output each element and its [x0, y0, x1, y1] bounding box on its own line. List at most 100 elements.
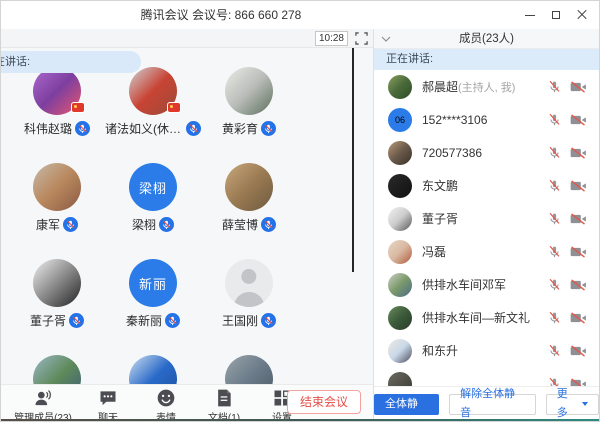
members-panel-footer: 全体静音 解除全体静音 更多: [374, 386, 599, 421]
mic-off-icon[interactable]: [548, 113, 561, 126]
mic-off-icon[interactable]: [548, 80, 561, 93]
stage-topbar: 10:28: [1, 29, 373, 48]
member-row[interactable]: 董子胥: [374, 202, 599, 235]
minimize-button[interactable]: [517, 4, 543, 26]
end-meeting-button[interactable]: 结束会议: [287, 390, 361, 414]
mic-muted-badge-icon: [261, 121, 276, 136]
member-row[interactable]: [374, 367, 599, 386]
mic-muted-badge-icon: [159, 217, 174, 232]
camera-off-icon[interactable]: [570, 114, 587, 126]
member-avatar: [388, 240, 412, 264]
participant-name: 科伟赵璐: [24, 120, 72, 137]
camera-off-icon[interactable]: [570, 81, 587, 93]
camera-off-icon[interactable]: [570, 213, 587, 225]
participant-tile[interactable]: 梁栩 梁栩: [105, 163, 201, 259]
member-name: 720577386: [422, 146, 482, 160]
mic-off-icon[interactable]: [548, 212, 561, 225]
mic-muted-badge-icon: [261, 217, 276, 232]
emoji-button[interactable]: 表情: [137, 388, 195, 421]
titlebar: 腾讯会议 会议号: 866 660 278: [1, 1, 599, 29]
participant-tile[interactable]: 新丽 秦新丽: [105, 259, 201, 355]
member-avatar: [388, 372, 412, 387]
default-avatar-icon: [225, 259, 273, 307]
participant-tile[interactable]: 薛莹博: [201, 163, 297, 259]
member-row[interactable]: 和东升: [374, 334, 599, 367]
camera-off-icon[interactable]: [570, 279, 587, 291]
participant-tile[interactable]: 王国刚: [201, 259, 297, 355]
mic-muted-badge-icon: [261, 313, 276, 328]
member-list: 郝晨超 (主持人, 我) 06: [374, 70, 599, 386]
participant-avatar: [225, 259, 273, 307]
member-row[interactable]: 06 152****3106: [374, 103, 599, 136]
mic-off-icon[interactable]: [548, 245, 561, 258]
emoji-icon: [156, 388, 176, 408]
close-icon: [577, 10, 587, 20]
participant-name: 秦新丽: [126, 312, 162, 329]
bottom-toolbar: 管理成员(23) 聊天 表情 文档(1) 设置 结束会: [1, 384, 373, 421]
member-avatar: [388, 306, 412, 330]
participant-tile[interactable]: 董子胥: [9, 259, 105, 355]
window-controls: [517, 1, 595, 29]
maximize-icon: [552, 11, 560, 19]
participant-tile[interactable]: 诸法如义(休惕): [105, 67, 201, 163]
meeting-timer: 10:28: [315, 31, 348, 46]
mic-off-icon[interactable]: [548, 278, 561, 291]
member-name: 郝晨超: [422, 78, 458, 95]
meeting-window: 腾讯会议 会议号: 866 660 278 10:28 正在讲话:: [0, 0, 600, 422]
manage-members-icon: [33, 388, 53, 408]
camera-off-icon[interactable]: [570, 345, 587, 357]
participant-avatar: [225, 67, 273, 115]
flag-badge-icon: [72, 103, 84, 112]
document-icon: [214, 388, 234, 408]
avatar-initials: 梁栩: [139, 178, 167, 197]
participant-name: 梁栩: [132, 216, 156, 233]
fullscreen-icon[interactable]: [355, 32, 368, 45]
mic-off-icon[interactable]: [548, 146, 561, 159]
participant-tile[interactable]: 康军: [9, 163, 105, 259]
member-row[interactable]: 郝晨超 (主持人, 我): [374, 70, 599, 103]
camera-off-icon[interactable]: [570, 246, 587, 258]
member-row[interactable]: 供排水车间—新文礼: [374, 301, 599, 334]
more-button[interactable]: 更多: [546, 394, 599, 415]
member-row[interactable]: 供排水车间邓军: [374, 268, 599, 301]
avatar-initials: 06: [395, 115, 405, 125]
member-name: 董子胥: [422, 210, 458, 227]
camera-off-icon[interactable]: [570, 180, 587, 192]
mic-off-icon[interactable]: [548, 344, 561, 357]
participant-tile[interactable]: 黄彩育: [201, 67, 297, 163]
chat-button[interactable]: 聊天: [79, 388, 137, 421]
minimize-icon: [525, 15, 535, 16]
main-area: 10:28 正在讲话: 科伟赵璐: [1, 29, 599, 421]
participant-tile[interactable]: 科伟赵璐: [9, 67, 105, 163]
member-name: 供排水车间—新文礼: [422, 309, 530, 326]
participant-avatar: [33, 163, 81, 211]
close-button[interactable]: [569, 4, 595, 26]
mic-off-icon[interactable]: [548, 311, 561, 324]
mic-muted-badge-icon: [165, 313, 180, 328]
window-bottom-edge: [1, 419, 599, 421]
maximize-button[interactable]: [543, 4, 569, 26]
unmute-all-button[interactable]: 解除全体静音: [449, 394, 536, 415]
member-avatar: [388, 207, 412, 231]
mic-off-icon[interactable]: [548, 179, 561, 192]
member-row[interactable]: 东文鹏: [374, 169, 599, 202]
mic-muted-badge-icon: [63, 217, 78, 232]
participant-name: 薛莹博: [222, 216, 258, 233]
now-speaking-banner: 正在讲话:: [374, 49, 599, 70]
participant-name: 黄彩育: [222, 120, 258, 137]
participant-name: 康军: [36, 216, 60, 233]
window-title: 腾讯会议 会议号: 866 660 278: [1, 1, 441, 29]
camera-off-icon[interactable]: [570, 312, 587, 324]
mic-muted-badge-icon: [186, 121, 201, 136]
manage-members-button[interactable]: 管理成员(23): [7, 388, 79, 421]
stage-scrollbar[interactable]: [352, 48, 354, 272]
participant-name: 诸法如义(休惕): [105, 120, 183, 137]
camera-off-icon[interactable]: [570, 147, 587, 159]
flag-badge-icon: [168, 103, 180, 112]
chevron-down-icon[interactable]: [381, 35, 391, 43]
member-row[interactable]: 720577386: [374, 136, 599, 169]
member-name: 和东升: [422, 342, 458, 359]
mute-all-button[interactable]: 全体静音: [374, 394, 439, 415]
documents-button[interactable]: 文档(1): [195, 388, 253, 421]
member-row[interactable]: 冯磊: [374, 235, 599, 268]
